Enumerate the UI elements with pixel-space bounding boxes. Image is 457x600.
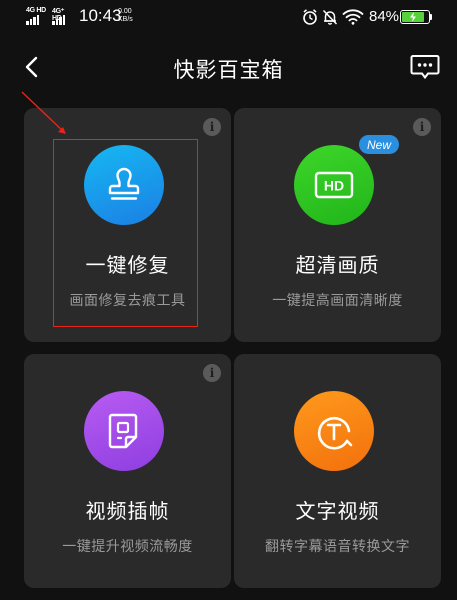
tool-title: 超清画质 — [295, 253, 380, 277]
sim1-signal-icon: 4G HD — [26, 7, 46, 25]
battery-level — [402, 12, 424, 22]
tool-icon-circle — [294, 391, 374, 471]
wifi-icon — [342, 9, 364, 25]
tool-icon-circle — [84, 391, 164, 471]
tool-title: 文字视频 — [295, 499, 380, 523]
network-speed-unit: KB/s — [118, 16, 133, 23]
status-bar: 4G HD 4G⁺ HD 10:43 0.00 KB/s 84% — [0, 0, 457, 36]
sim1-label: 4G HD — [26, 7, 46, 14]
annotation-arrow-icon — [21, 91, 66, 134]
sim2-signal-icon: 4G⁺ HD — [52, 8, 74, 25]
tool-icon-circle: HD — [294, 145, 374, 225]
hd-icon: HD — [314, 171, 354, 199]
clock: 10:43 — [79, 6, 122, 25]
tool-title: 视频插帧 — [85, 499, 170, 523]
text-circle-icon — [317, 416, 353, 450]
page-title: 快影百宝箱 — [173, 58, 284, 82]
mute-bell-icon — [322, 9, 338, 25]
battery-percent: 84% — [369, 8, 400, 25]
feedback-button[interactable] — [408, 52, 442, 82]
svg-text:HD: HD — [324, 178, 344, 194]
tool-subtitle: 翻转字幕语音转换文字 — [265, 539, 410, 555]
tool-card-frame-interpolation[interactable]: i 视频插帧 一键提升视频流畅度 — [24, 354, 231, 588]
info-icon[interactable]: i — [413, 118, 431, 136]
tool-card-text-video[interactable]: 文字视频 翻转字幕语音转换文字 — [234, 354, 441, 588]
network-speed: 0.00 KB/s — [118, 8, 133, 24]
charging-bolt-icon — [409, 12, 416, 22]
alarm-icon — [303, 9, 317, 25]
battery-icon — [400, 10, 430, 24]
tool-subtitle: 一键提高画面清晰度 — [272, 293, 403, 309]
tool-subtitle: 一键提升视频流畅度 — [62, 539, 193, 555]
info-icon[interactable]: i — [203, 364, 221, 382]
annotation-highlight-box — [53, 139, 198, 327]
tool-card-hd[interactable]: i HD New 超清画质 一键提高画面清晰度 — [234, 108, 441, 342]
network-speed-value: 0.00 — [118, 8, 132, 15]
message-dots-icon — [410, 55, 440, 80]
battery-tip — [430, 14, 432, 20]
header: 快影百宝箱 — [0, 44, 457, 90]
info-icon[interactable]: i — [203, 118, 221, 136]
frame-doc-icon — [108, 413, 138, 449]
new-badge: New — [359, 135, 399, 154]
